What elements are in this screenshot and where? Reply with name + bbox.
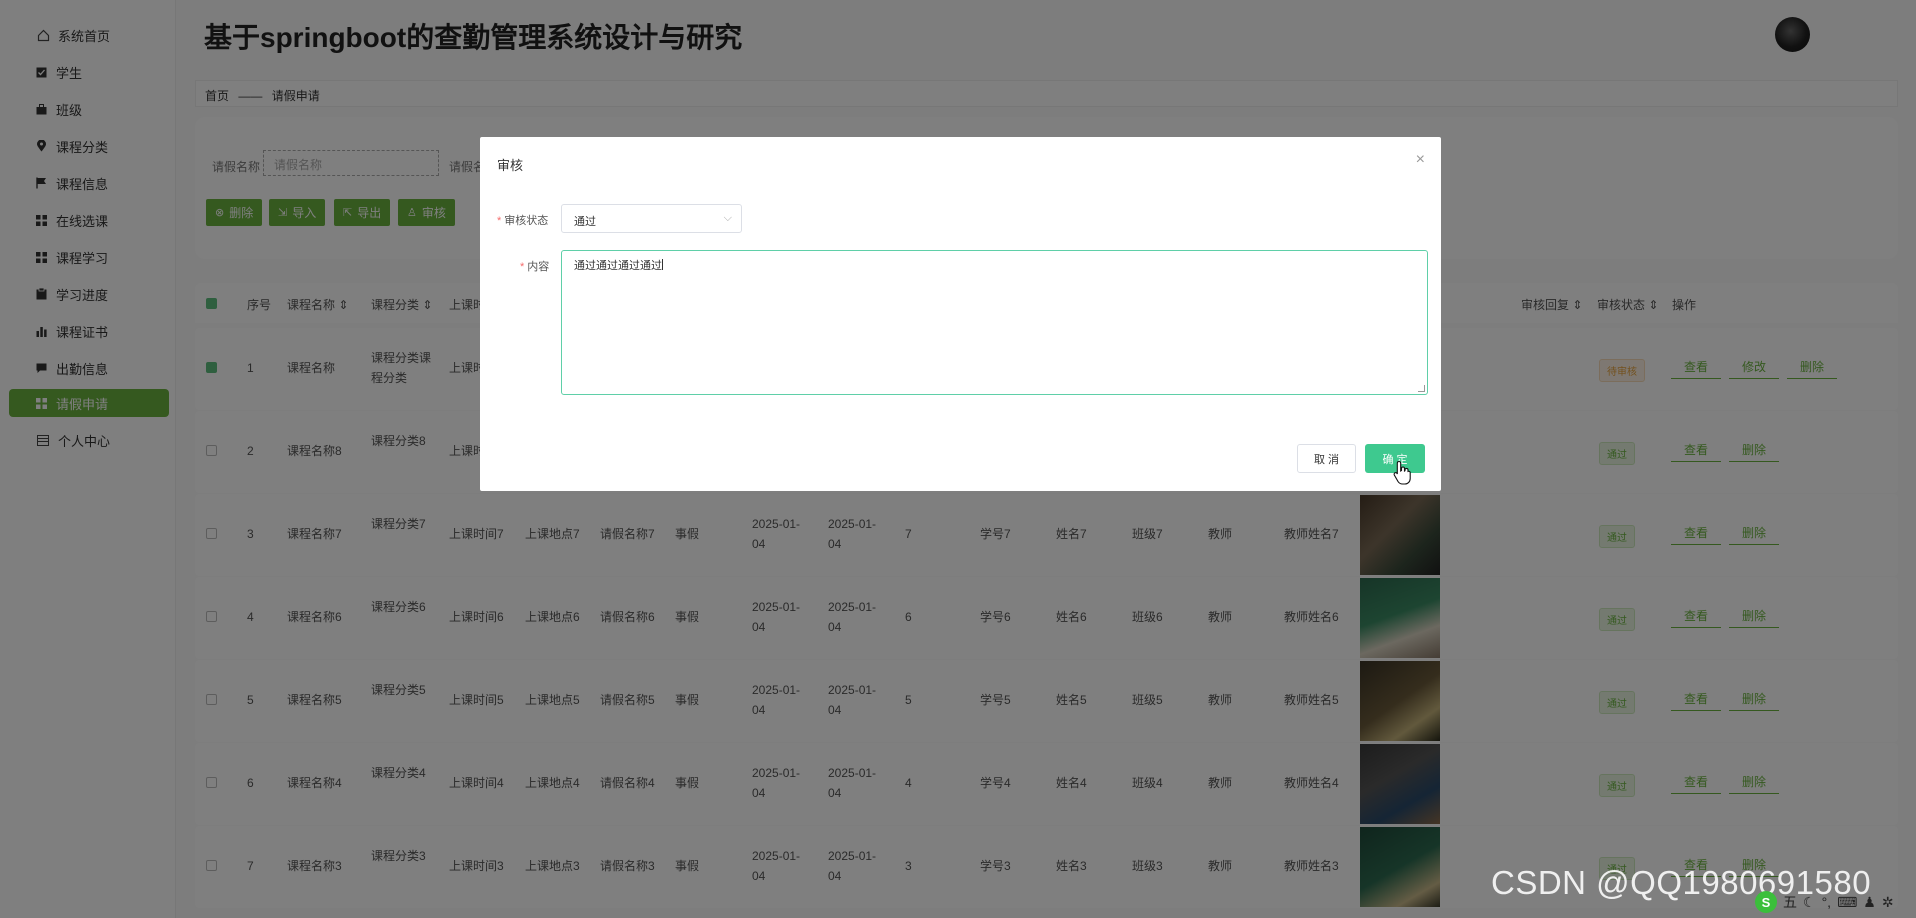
audit-status-select[interactable]: 通过 ⌵ [561,204,742,233]
close-icon[interactable]: × [1416,151,1425,169]
resize-handle[interactable] [1418,385,1425,392]
content-textarea[interactable]: 通过通过通过通过 [561,250,1428,395]
audit-dialog: 审核 × * 审核状态 通过 ⌵ * 内容 通过通过通过通过 取 消 确 定 [480,137,1441,491]
settings-icon[interactable]: ✲ [1882,894,1894,911]
app-root: 系统首页 学生 班级 课程分类 课程信息 在线选课 课程学习 学习进度 [0,0,1916,918]
dialog-title: 审核 [497,158,524,173]
user-icon[interactable]: ♟ [1863,894,1876,911]
text-caret [662,259,663,270]
chevron-down-icon: ⌵ [723,212,732,224]
required-mark: * [497,215,502,227]
required-mark: * [520,261,525,273]
status-field-label-text: 审核状态 [504,215,549,227]
audit-status-value: 通过 [574,216,596,228]
status-field-label: * 审核状态 [497,212,548,228]
content-field-label: * 内容 [520,258,549,274]
punctuation-icon[interactable]: °, [1822,894,1832,910]
moon-icon[interactable]: ☾ [1803,894,1816,911]
cancel-button[interactable]: 取 消 [1297,444,1356,473]
keyboard-icon[interactable]: ⌨ [1837,894,1857,911]
system-tray: S 五 ☾ °, ⌨ ♟ ✲ [1755,890,1894,914]
hand-cursor-icon [1393,460,1411,485]
content-textarea-value: 通过通过通过通过 [574,260,662,272]
content-field-label-text: 内容 [527,261,550,273]
ime-mode[interactable]: 五 [1783,892,1797,912]
sogou-ime-icon[interactable]: S [1755,891,1777,913]
